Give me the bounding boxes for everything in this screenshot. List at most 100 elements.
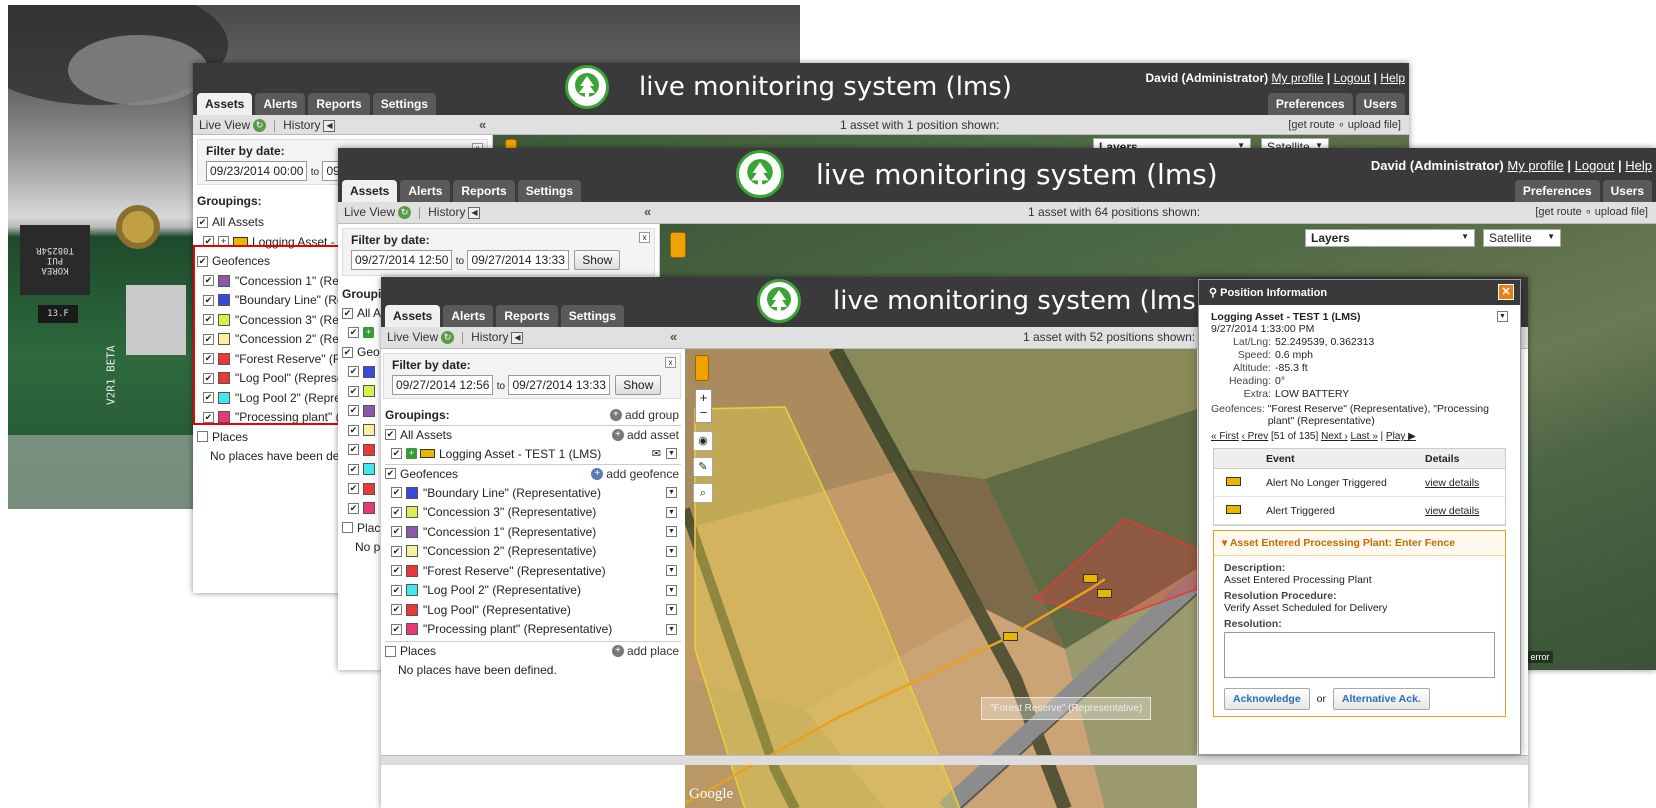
bus-icon[interactable] <box>1097 589 1112 598</box>
tab-alerts[interactable]: Alerts <box>443 305 494 327</box>
bus-icon[interactable] <box>1083 574 1098 583</box>
pegman-icon[interactable] <box>670 232 686 258</box>
asset-label[interactable]: Logging Asset - TEST 1 (LMS) <box>439 447 601 461</box>
geofence-label[interactable]: "Concession 1" (Representative) <box>423 525 596 539</box>
eye-icon[interactable]: ◉ <box>693 431 713 451</box>
geofence-checkbox[interactable]: ✔ <box>391 565 402 577</box>
add-group-button[interactable]: + add group <box>609 408 679 422</box>
refresh-icon[interactable]: ↻ <box>253 119 267 133</box>
dropdown-icon[interactable]: ▼ <box>666 526 677 538</box>
help-link[interactable]: Help <box>1380 71 1405 85</box>
preferences-button[interactable]: Preferences <box>1514 180 1600 202</box>
geofence-checkbox[interactable]: ✔ <box>391 604 402 616</box>
geofence-checkbox[interactable]: ✔ <box>391 506 402 518</box>
collapse-icon[interactable]: « <box>670 329 677 344</box>
tab-settings[interactable]: Settings <box>560 305 625 327</box>
view-details-link[interactable]: view details <box>1425 505 1505 517</box>
close-icon[interactable]: x <box>639 232 650 243</box>
dropdown-icon[interactable]: ▼ <box>666 623 677 635</box>
live-view-link[interactable]: Live View <box>387 330 438 344</box>
geofence-label[interactable]: "Forest Reserve" (Representative) <box>423 564 606 578</box>
tab-alerts[interactable]: Alerts <box>400 180 451 202</box>
places-checkbox[interactable] <box>342 522 353 534</box>
logout-link[interactable]: Logout <box>1575 158 1615 173</box>
my-profile-link[interactable]: My profile <box>1507 158 1563 173</box>
all-assets-checkbox[interactable]: ✔ <box>385 429 396 441</box>
geofence-checkbox[interactable]: ✔ <box>348 385 359 397</box>
resolution-textarea[interactable] <box>1224 632 1495 678</box>
dropdown-icon[interactable]: ▼ <box>666 545 677 557</box>
show-button[interactable]: Show <box>615 375 662 395</box>
alternative-ack-button[interactable]: Alternative Ack. <box>1332 688 1430 710</box>
geofence-checkbox[interactable]: ✔ <box>391 623 402 635</box>
tab-reports[interactable]: Reports <box>308 93 370 115</box>
geofence-label[interactable]: "Processing plant" (Representative) <box>423 622 612 636</box>
date-to-input[interactable]: 09/27/2014 13:33 <box>467 250 569 270</box>
dropdown-icon[interactable]: ▼ <box>666 565 677 577</box>
tab-assets[interactable]: Assets <box>385 305 441 327</box>
route-links[interactable]: [get route ∘ upload file] <box>1288 118 1401 131</box>
dropdown-icon[interactable]: ▼ <box>666 448 677 460</box>
my-profile-link[interactable]: My profile <box>1272 71 1324 85</box>
event-row[interactable]: Alert No Longer Triggered view details <box>1214 469 1505 497</box>
ruler-icon[interactable]: ✎ <box>693 457 713 477</box>
tab-settings[interactable]: Settings <box>372 93 437 115</box>
history-link[interactable]: History <box>428 205 465 219</box>
live-view-link[interactable]: Live View <box>199 118 250 132</box>
date-from-input[interactable]: 09/27/2014 12:56 <box>392 375 494 395</box>
all-assets-checkbox[interactable]: ✔ <box>197 216 208 228</box>
zoom-box-icon[interactable]: ⌕ <box>693 483 713 503</box>
all-assets-checkbox[interactable]: ✔ <box>342 307 353 319</box>
bus-icon[interactable] <box>1003 632 1018 641</box>
geofence-label[interactable]: "Boundary Line" (Representative) <box>423 486 601 500</box>
date-to-input[interactable]: 09/27/2014 13:33 <box>508 375 610 395</box>
add-place-button[interactable]: + add place <box>611 644 679 658</box>
date-from-input[interactable]: 09/27/2014 12:50 <box>351 250 453 270</box>
dropdown-icon[interactable]: ▼ <box>666 604 677 616</box>
refresh-icon[interactable]: ↻ <box>441 331 455 345</box>
geofence-checkbox[interactable]: ✔ <box>348 366 359 378</box>
geofence-checkbox[interactable]: ✔ <box>348 424 359 436</box>
event-row[interactable]: Alert Triggered view details <box>1214 497 1505 525</box>
prev-link[interactable]: ‹ Prev <box>1242 431 1269 442</box>
geofence-checkbox[interactable]: ✔ <box>391 545 402 557</box>
first-link[interactable]: « First <box>1211 431 1239 442</box>
users-button[interactable]: Users <box>1355 93 1405 115</box>
next-link[interactable]: Next › <box>1321 431 1348 442</box>
tab-assets[interactable]: Assets <box>342 180 398 202</box>
add-asset-button[interactable]: + add asset <box>611 428 679 442</box>
history-arrow-icon[interactable]: ◀ <box>468 206 481 219</box>
expand-icon[interactable]: + <box>406 448 417 460</box>
geofence-label[interactable]: "Concession 2" (Representative) <box>423 544 596 558</box>
geofence-label[interactable]: "Log Pool 2" (Representative) <box>423 583 581 597</box>
history-arrow-icon[interactable]: ◀ <box>323 119 336 132</box>
live-view-link[interactable]: Live View <box>344 205 395 219</box>
front-map[interactable]: + − ◉ ✎ ⌕ "Forest Reserve" (Representativ… <box>685 349 1197 808</box>
alert-title[interactable]: ▾ Asset Entered Processing Plant: Enter … <box>1214 531 1505 556</box>
geofence-checkbox[interactable]: ✔ <box>391 487 402 499</box>
history-arrow-icon[interactable]: ◀ <box>511 331 524 344</box>
asset-checkbox[interactable]: ✔ <box>391 448 402 460</box>
collapse-icon[interactable]: « <box>479 117 486 132</box>
dropdown-icon[interactable]: ▼ <box>666 506 677 518</box>
tab-settings[interactable]: Settings <box>517 180 582 202</box>
tab-reports[interactable]: Reports <box>496 305 558 327</box>
geofence-checkbox[interactable]: ✔ <box>348 502 359 514</box>
acknowledge-button[interactable]: Acknowledge <box>1224 688 1310 710</box>
date-from-input[interactable]: 09/23/2014 00:00 <box>206 161 308 181</box>
tab-assets[interactable]: Assets <box>197 93 253 115</box>
history-link[interactable]: History <box>283 118 320 132</box>
logout-link[interactable]: Logout <box>1334 71 1371 85</box>
dropdown-icon[interactable]: ▼ <box>666 487 677 499</box>
users-button[interactable]: Users <box>1602 180 1652 202</box>
dropdown-icon[interactable]: ▼ <box>1497 311 1508 322</box>
expand-icon[interactable]: + <box>363 327 374 339</box>
geofences-checkbox[interactable]: ✔ <box>342 346 353 358</box>
last-link[interactable]: Last » <box>1351 431 1378 442</box>
show-button[interactable]: Show <box>574 250 621 270</box>
map-type-select[interactable]: Satellite ▼ <box>1483 229 1561 247</box>
collapse-icon[interactable]: « <box>644 204 651 219</box>
preferences-button[interactable]: Preferences <box>1267 93 1353 115</box>
horizontal-scrollbar[interactable] <box>381 755 1528 765</box>
geofence-checkbox[interactable]: ✔ <box>348 444 359 456</box>
